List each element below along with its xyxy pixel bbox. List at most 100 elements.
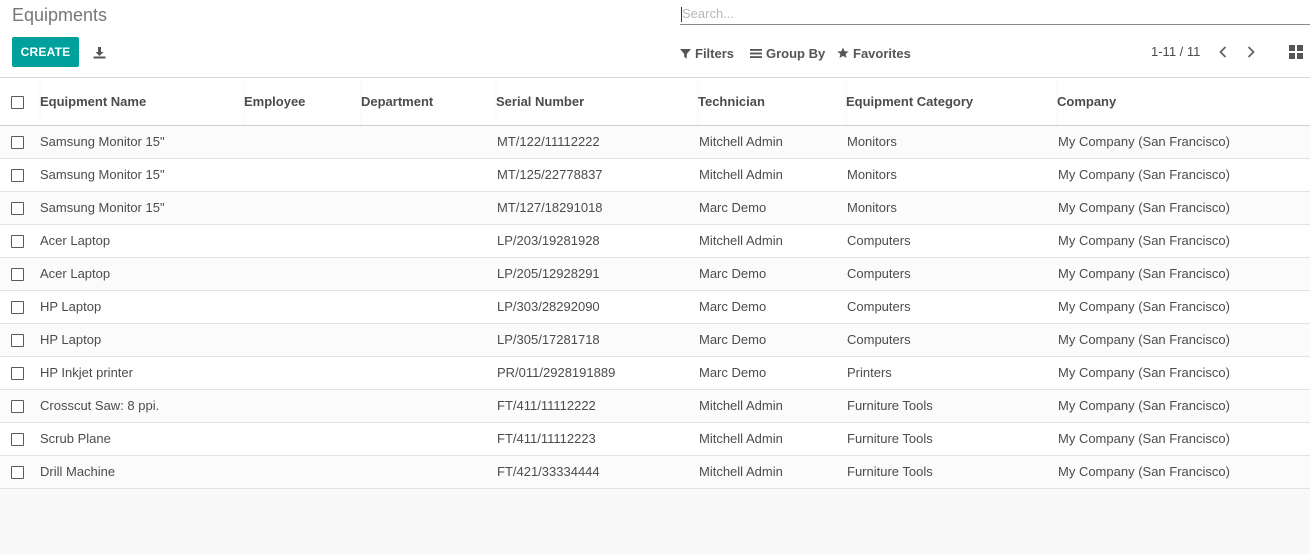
row-checkbox[interactable] (11, 400, 24, 414)
department-cell (361, 125, 496, 158)
serial-number-cell: MT/127/18291018 (497, 200, 603, 215)
search-input[interactable] (680, 3, 1310, 24)
row-checkbox[interactable] (11, 367, 24, 381)
row-checkbox[interactable] (11, 301, 24, 315)
row-checkbox[interactable] (11, 169, 24, 183)
department-cell (361, 158, 496, 191)
row-checkbox[interactable] (11, 235, 24, 249)
chevron-right-icon (1247, 46, 1255, 58)
table-row[interactable]: HP Inkjet printer PR/011/2928191889 Marc D… (0, 356, 1310, 389)
row-select-cell (0, 158, 40, 191)
kanban-grid-icon (1289, 45, 1295, 51)
equipment-name-cell: Drill Machine (40, 464, 116, 479)
department-cell (361, 323, 496, 356)
favorites-label: Favorites (853, 45, 911, 61)
group-by-dropdown[interactable]: Group By (750, 44, 825, 62)
search-bar[interactable] (680, 3, 1310, 25)
star-icon (837, 47, 849, 58)
table-row[interactable]: Samsung Monitor 15" MT/127/18291018 Marc D… (0, 191, 1310, 224)
equipment-table: Equipment Name Employee Department Seria… (0, 78, 1310, 489)
serial-number-cell: LP/203/19281928 (497, 233, 600, 248)
company-cell: My Company (San Francisco) (1058, 431, 1230, 446)
column-header-technician[interactable]: Technician (698, 78, 846, 126)
download-button[interactable] (90, 43, 108, 61)
row-select-cell (0, 389, 40, 422)
employee-cell (244, 290, 361, 323)
table-row[interactable]: Scrub Plane FT/411/11112223 Mitchell Admin… (0, 422, 1310, 455)
technician-cell: Marc Demo (699, 266, 767, 281)
row-select-cell (0, 422, 40, 455)
column-header-employee[interactable]: Employee (244, 78, 361, 126)
page-title: Equipments (12, 5, 108, 25)
favorites-dropdown[interactable]: Favorites (837, 44, 911, 62)
column-header-equipment-category[interactable]: Equipment Category (846, 78, 1057, 126)
create-button[interactable]: CREATE (12, 37, 79, 67)
equipment-name-cell: Samsung Monitor 15" (40, 134, 165, 149)
table-row[interactable]: Samsung Monitor 15" MT/125/22778837 Mitche… (0, 158, 1310, 191)
column-header-company[interactable]: Company (1057, 78, 1310, 126)
company-cell: My Company (San Francisco) (1058, 332, 1230, 347)
column-header-equipment-name[interactable]: Equipment Name (40, 78, 244, 126)
row-checkbox[interactable] (11, 466, 24, 480)
table-row[interactable]: Crosscut Saw: 8 ppi. FT/411/11112222 Mitch… (0, 389, 1310, 422)
row-select-cell (0, 125, 40, 158)
control-panel: Equipments CREATE Filters Group By Favor… (0, 0, 1310, 78)
technician-cell: Mitchell Admin (699, 134, 783, 149)
table-row[interactable]: HP Laptop LP/303/28292090 Marc Demo Compute… (0, 290, 1310, 323)
table-row[interactable]: Drill Machine FT/421/33334444 Mitchell Adm… (0, 455, 1310, 488)
row-checkbox[interactable] (11, 334, 24, 348)
table-row[interactable]: Acer Laptop LP/203/19281928 Mitchell Admin… (0, 224, 1310, 257)
row-select-cell (0, 356, 40, 389)
serial-number-cell: FT/421/33334444 (497, 464, 600, 479)
employee-cell (244, 224, 361, 257)
company-cell: My Company (San Francisco) (1058, 299, 1230, 314)
department-cell (361, 422, 496, 455)
equipment-category-cell: Computers (847, 332, 911, 347)
employee-cell (244, 389, 361, 422)
table-row[interactable]: HP Laptop LP/305/17281718 Marc Demo Compute… (0, 323, 1310, 356)
department-cell (361, 389, 496, 422)
column-header-department[interactable]: Department (361, 78, 496, 126)
serial-number-cell: LP/303/28292090 (497, 299, 600, 314)
equipment-category-cell: Monitors (847, 134, 897, 149)
select-all-cell (0, 78, 40, 126)
equipment-category-cell: Furniture Tools (847, 464, 933, 479)
kanban-grid-icon (1289, 53, 1295, 59)
serial-number-cell: PR/011/2928191889 (497, 365, 616, 380)
equipment-name-cell: Scrub Plane (40, 431, 111, 446)
filters-dropdown[interactable]: Filters (680, 44, 734, 62)
equipment-name-cell: Acer Laptop (40, 233, 111, 248)
employee-cell (244, 422, 361, 455)
company-cell: My Company (San Francisco) (1058, 200, 1230, 215)
list-icon (750, 48, 762, 58)
row-select-cell (0, 455, 40, 488)
kanban-view-button[interactable] (1289, 45, 1303, 59)
technician-cell: Mitchell Admin (699, 464, 783, 479)
select-all-checkbox[interactable] (11, 95, 24, 109)
department-cell (361, 191, 496, 224)
pager-previous-button[interactable] (1215, 43, 1231, 61)
company-cell: My Company (San Francisco) (1058, 365, 1230, 380)
equipment-list: Equipment Name Employee Department Seria… (0, 78, 1310, 489)
equipment-name-cell: Acer Laptop (40, 266, 111, 281)
table-row[interactable]: Samsung Monitor 15" MT/122/11112222 Mitche… (0, 125, 1310, 158)
row-checkbox[interactable] (11, 268, 24, 282)
equipment-category-cell: Printers (847, 365, 892, 380)
employee-cell (244, 125, 361, 158)
row-checkbox[interactable] (11, 136, 24, 150)
pager-value[interactable]: 1-11 / 11 (1151, 44, 1200, 59)
column-header-serial-number[interactable]: Serial Number (496, 78, 698, 126)
row-checkbox[interactable] (11, 202, 24, 216)
company-cell: My Company (San Francisco) (1058, 266, 1230, 281)
pager-next-button[interactable] (1243, 43, 1259, 61)
employee-cell (244, 191, 361, 224)
technician-cell: Mitchell Admin (699, 167, 783, 182)
row-select-cell (0, 257, 40, 290)
employee-cell (244, 356, 361, 389)
serial-number-cell: FT/411/11112222 (497, 398, 596, 413)
equipment-name-cell: HP Laptop (40, 332, 102, 347)
row-checkbox[interactable] (11, 433, 24, 447)
technician-cell: Marc Demo (699, 200, 767, 215)
table-row[interactable]: Acer Laptop LP/205/12928291 Marc Demo Compu… (0, 257, 1310, 290)
serial-number-cell: MT/122/11112222 (497, 134, 600, 149)
